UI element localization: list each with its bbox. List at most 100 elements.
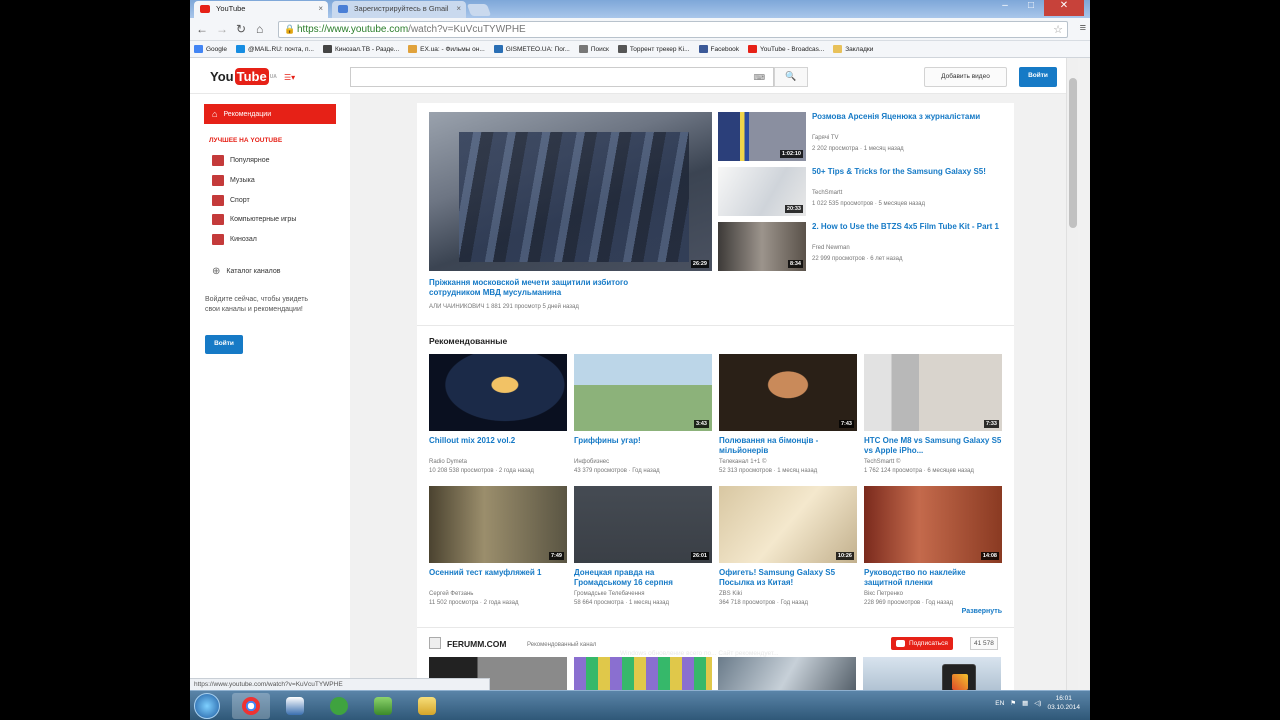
video-meta: 22 999 просмотров · 6 лет назад xyxy=(812,256,903,262)
video-title[interactable]: Офигеть! Samsung Galaxy S5 Посылка из Ки… xyxy=(719,568,857,588)
start-button[interactable] xyxy=(194,693,220,719)
bookmark-item[interactable]: GISMETEO.UA: Пог... xyxy=(493,45,570,53)
bookmark-label: GISMETEO.UA: Пог... xyxy=(505,45,570,53)
taskbar-image-viewer[interactable] xyxy=(364,693,402,719)
new-tab-button[interactable] xyxy=(466,4,492,16)
close-icon[interactable]: × xyxy=(318,4,323,13)
bookmark-item[interactable]: Facebook xyxy=(698,45,739,53)
channel-name[interactable]: Гарячі TV xyxy=(812,134,1007,142)
featured-title[interactable]: Пріжкання московской мечети защитили изб… xyxy=(429,278,679,298)
clock[interactable]: 16:01 03.10.2014 xyxy=(1047,694,1080,712)
page-scrollbar[interactable] xyxy=(1066,58,1078,720)
signin-button[interactable]: Войти xyxy=(1019,67,1057,87)
sidebar-item-popular[interactable]: Популярное xyxy=(204,150,336,170)
youtube-logo[interactable]: You Tube UA xyxy=(210,68,277,85)
search-button[interactable]: 🔍 xyxy=(774,67,808,87)
home-icon[interactable]: ⌂ xyxy=(256,22,263,36)
sidebar-item-cinema[interactable]: Кинозал xyxy=(204,229,336,249)
taskbar-paint[interactable] xyxy=(276,693,314,719)
back-icon[interactable]: ← xyxy=(196,22,208,36)
side-video-title[interactable]: 50+ Tips & Tricks for the Samsung Galaxy… xyxy=(812,167,1007,177)
bookmark-item[interactable]: EX.ua: - Фильмы он... xyxy=(408,45,485,53)
channel-name[interactable]: Сергей Фетзань xyxy=(429,590,567,598)
side-video-thumbnail[interactable]: 1:02:10 xyxy=(718,112,806,161)
tab-gmail[interactable]: Зарегистрируйтесь в Gmail × xyxy=(332,1,466,18)
video-thumbnail[interactable]: 7:33 xyxy=(864,354,1002,431)
channel-name[interactable]: ZBS Kiki xyxy=(719,590,857,598)
channel-name[interactable]: Телеканал 1+1 © xyxy=(719,458,857,466)
search-input[interactable]: ⌨ xyxy=(350,67,774,87)
video-thumbnail[interactable]: 10:26 xyxy=(719,486,857,563)
channel-name[interactable]: Инфобизнес xyxy=(574,458,712,466)
browser-menu-icon[interactable]: ≡ xyxy=(1080,22,1086,34)
maximize-button[interactable]: □ xyxy=(1018,0,1044,16)
video-title[interactable]: Донецкая правда на Громадському 16 серпн… xyxy=(574,568,712,588)
section-title[interactable]: Рекомендованные xyxy=(429,336,507,346)
sidebar-item-recommendations[interactable]: ⌂ Рекомендации xyxy=(204,104,336,124)
channel-name[interactable]: TechSmartt © xyxy=(864,458,1002,466)
video-thumbnail[interactable]: 7:43 xyxy=(719,354,857,431)
bookmark-item[interactable]: @MAIL.RU: почта, п... xyxy=(235,45,314,53)
flag-icon[interactable]: ⚑ xyxy=(1010,699,1016,707)
minimize-button[interactable]: – xyxy=(992,0,1018,16)
taskbar-utorrent[interactable] xyxy=(320,693,358,719)
side-video-title[interactable]: 2. How to Use the BTZS 4x5 Film Tube Kit… xyxy=(812,222,1007,232)
featured-thumbnail[interactable]: 26:29 xyxy=(429,112,712,271)
scrollbar-thumb[interactable] xyxy=(1069,78,1077,228)
guide-menu-icon[interactable]: ☰▾ xyxy=(284,73,295,82)
taskbar-explorer[interactable] xyxy=(408,693,446,719)
channel-name[interactable]: Fred Newman xyxy=(812,244,1007,252)
keyboard-icon[interactable]: ⌨ xyxy=(753,73,765,82)
subscribe-button[interactable]: Подписаться xyxy=(891,637,953,650)
bookmark-item[interactable]: Поиск xyxy=(578,45,609,53)
bookmark-item[interactable]: Торрент трекер Ki... xyxy=(617,45,690,53)
video-title[interactable]: Гриффины угар! xyxy=(574,436,712,446)
video-thumbnail[interactable] xyxy=(429,354,567,431)
channel-name[interactable]: Вікс Петренко xyxy=(864,590,1002,598)
logo-tube: Tube xyxy=(234,68,269,85)
channel-avatar[interactable] xyxy=(429,637,441,649)
video-title[interactable]: Руководство по наклейке защитной пленки xyxy=(864,568,1002,588)
video-title[interactable]: Chillout mix 2012 vol.2 xyxy=(429,436,567,446)
channel-name[interactable]: Громадське Телебачення xyxy=(574,590,712,598)
forward-icon[interactable]: → xyxy=(216,22,228,36)
video-title[interactable]: Полювання на бімонців - мільйонерів xyxy=(719,436,857,456)
popular-icon xyxy=(212,154,224,166)
bookmark-item[interactable]: YouTube - Broadcas... xyxy=(748,45,824,53)
video-meta: 228 969 просмотров · Год назад xyxy=(864,600,953,606)
network-icon[interactable]: ▦ xyxy=(1022,699,1028,707)
video-thumbnail[interactable]: 7:49 xyxy=(429,486,567,563)
channel-name[interactable]: АЛИ ЧАЙНИКОВИЧ xyxy=(429,304,484,310)
upload-button[interactable]: Добавить видео xyxy=(924,67,1007,87)
close-window-button[interactable]: ✕ xyxy=(1044,0,1084,16)
side-video-title[interactable]: Розмова Арсенія Яценюка з журналістами xyxy=(812,112,1007,122)
volume-icon[interactable]: ◁) xyxy=(1034,699,1041,707)
video-title[interactable]: HTC One M8 vs Samsung Galaxy S5 vs Apple… xyxy=(864,436,1002,456)
bookmark-item[interactable]: Закладки xyxy=(833,45,873,53)
sidebar-item-music[interactable]: Музыка xyxy=(204,170,336,190)
video-thumbnail[interactable]: 14:08 xyxy=(864,486,1002,563)
sidebar-item-sport[interactable]: Спорт xyxy=(204,190,336,210)
address-bar[interactable]: 🔒 https://www.youtube.com/watch?v=KuVcuT… xyxy=(278,21,1068,38)
taskbar-chrome[interactable] xyxy=(232,693,270,719)
tab-youtube[interactable]: YouTube × xyxy=(194,1,328,18)
bookmark-star-icon[interactable]: ☆ xyxy=(1053,23,1063,36)
language-indicator[interactable]: EN xyxy=(995,700,1004,707)
sidebar-signin-button[interactable]: Войти xyxy=(205,335,243,354)
bookmark-item[interactable]: Google xyxy=(194,45,227,53)
video-title[interactable]: Осенний тест камуфляжей 1 xyxy=(429,568,567,578)
channel-name[interactable]: FERUMM.COM xyxy=(447,639,507,649)
bookmark-item[interactable]: Кинозал.ТВ - Разде... xyxy=(323,45,399,53)
duration-badge: 8:34 xyxy=(787,260,803,268)
channel-name[interactable]: TechSmartt xyxy=(812,189,1007,197)
video-thumbnail[interactable]: 26:01 xyxy=(574,486,712,563)
side-video-thumbnail[interactable]: 8:34 xyxy=(718,222,806,271)
sidebar-item-games[interactable]: Компьютерные игры xyxy=(204,209,336,229)
expand-link[interactable]: Развернуть xyxy=(962,608,1002,615)
side-video-thumbnail[interactable]: 20:33 xyxy=(718,167,806,216)
close-icon[interactable]: × xyxy=(456,4,461,13)
reload-icon[interactable]: ↻ xyxy=(236,22,246,36)
video-thumbnail[interactable]: 3:43 xyxy=(574,354,712,431)
sidebar-item-catalog[interactable]: ⊕ Каталог каналов xyxy=(204,261,336,281)
channel-name[interactable]: Radio Dymeta xyxy=(429,458,567,466)
